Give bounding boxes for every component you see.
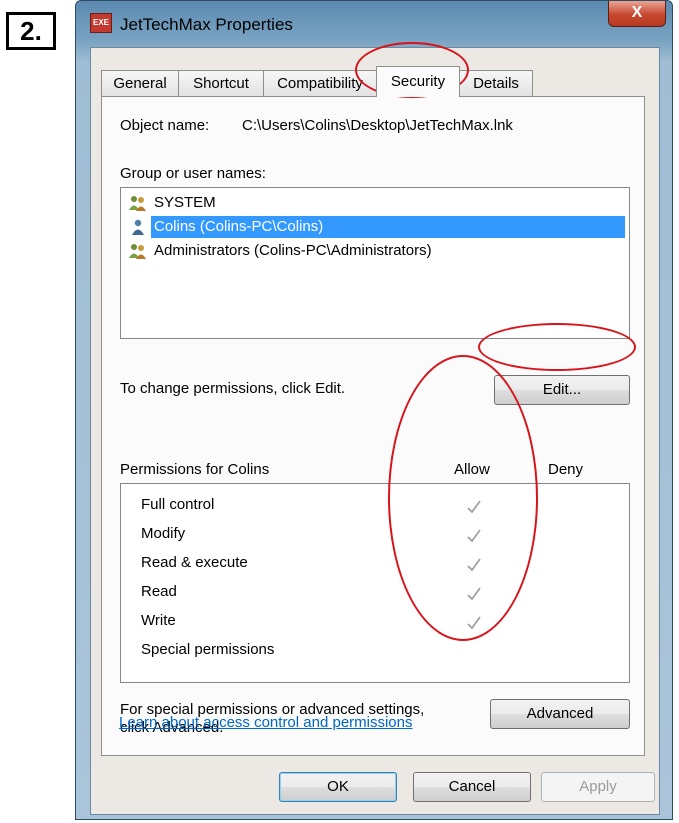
security-panel: Object name: C:\Users\Colins\Desktop\Jet… [101,96,645,756]
permissions-list[interactable]: Full control Modify Read & execute Read … [120,483,630,683]
change-permissions-hint: To change permissions, click Edit. [120,380,346,397]
permission-special: Special permissions [141,641,275,658]
tab-general[interactable]: General [101,70,179,96]
close-button[interactable]: X [608,1,666,27]
permission-read: Read [141,583,177,600]
group-names-label: Group or user names: [120,165,266,182]
tab-security[interactable]: Security [376,66,460,97]
permission-modify: Modify [141,525,186,542]
user-name: Administrators (Colins-PC\Administrators… [154,242,432,259]
user-list[interactable]: SYSTEM Colins (Colins-PC\Colins) Adminis… [120,187,630,339]
allow-check-icon [467,529,481,543]
edit-button[interactable]: Edit... [494,375,630,405]
window-title: JetTechMax Properties [120,15,293,34]
properties-window: EXE JetTechMax Properties X General Shor… [75,0,673,820]
list-item-administrators[interactable]: Administrators (Colins-PC\Administrators… [125,240,625,262]
list-item-colins[interactable]: Colins (Colins-PC\Colins) [125,216,625,238]
tab-shortcut[interactable]: Shortcut [178,70,264,96]
object-name-value: C:\Users\Colins\Desktop\JetTechMax.lnk [242,117,513,134]
group-users-icon [129,196,146,211]
allow-check-icon [467,500,481,514]
tab-details[interactable]: Details [459,70,533,96]
tab-compatibility[interactable]: Compatibility [263,70,377,96]
deny-column-header: Deny [548,461,584,478]
user-icon [132,219,144,235]
learn-access-control-link[interactable]: Learn about access control and permissio… [119,714,413,731]
allow-column-header: Allow [454,461,490,478]
permission-full-control: Full control [141,496,215,513]
allow-check-icon [467,558,481,572]
permission-write: Write [141,612,176,629]
title-bar[interactable]: EXE JetTechMax Properties X [76,1,672,47]
allow-check-icon [467,587,481,601]
user-name: Colins (Colins-PC\Colins) [151,216,625,238]
permission-read-execute: Read & execute [141,554,248,571]
group-users-icon [129,244,146,259]
advanced-button[interactable]: Advanced [490,699,630,729]
allow-check-icon [467,616,481,630]
list-item-system[interactable]: SYSTEM [125,192,625,214]
object-name-label: Object name: [120,117,210,134]
step-number-badge: 2. [6,12,56,50]
user-name: SYSTEM [154,194,216,211]
apply-button[interactable]: Apply [541,772,655,802]
cancel-button[interactable]: Cancel [413,772,531,802]
ok-button[interactable]: OK [279,772,397,802]
permissions-for-label: Permissions for Colins [120,461,270,478]
app-icon: EXE [90,13,112,33]
dialog-client-area: General Shortcut Compatibility Security … [90,47,660,815]
